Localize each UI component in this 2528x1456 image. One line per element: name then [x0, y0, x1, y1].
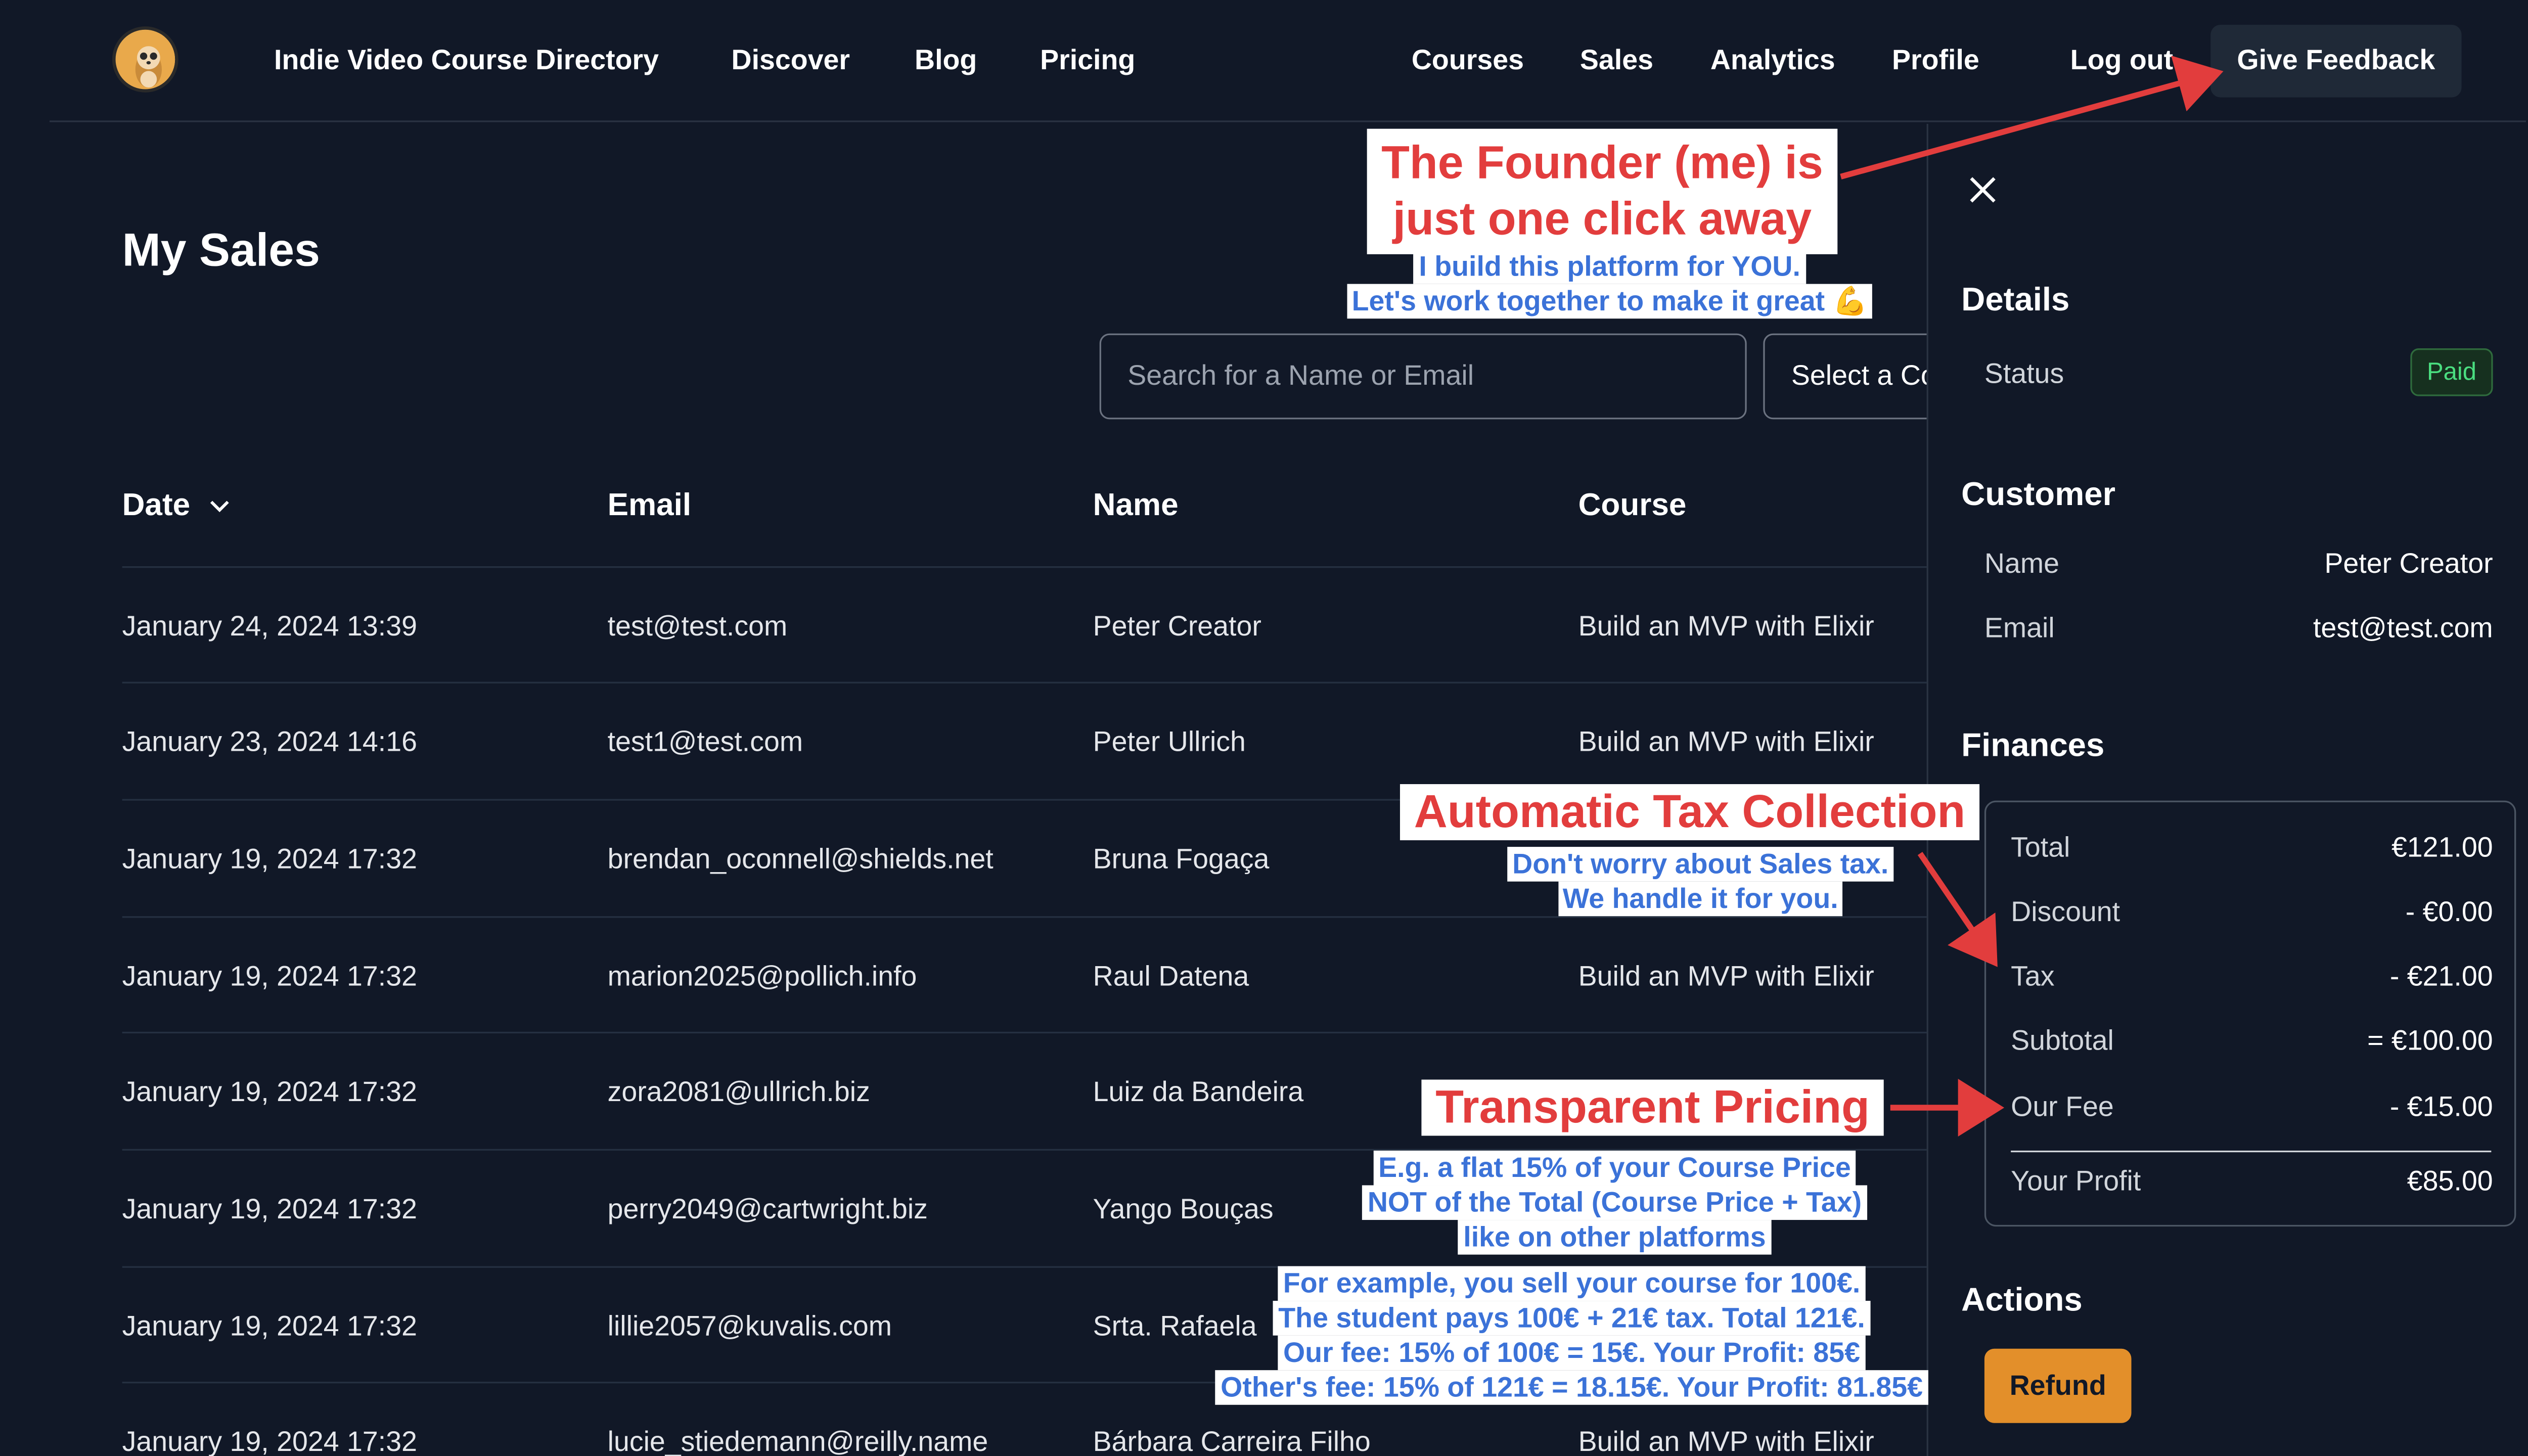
sale-details-drawer — [1926, 123, 2528, 1456]
finance-value: €85.00 — [2407, 1165, 2493, 1197]
cell-name: Peter Ullrich — [1093, 726, 1246, 758]
founder-annotation-subtitle: I build this platform for YOU. Let's wor… — [1304, 249, 1915, 319]
cell-email: brendan_oconnell@shields.net — [607, 843, 994, 875]
pricing-sub-line-2: NOT of the Total (Course Price + Tax) — [1363, 1185, 1867, 1220]
tax-sub-line-2: We handle it for you. — [1558, 881, 1843, 917]
tax-annotation-title: Automatic Tax Collection — [1400, 784, 1980, 841]
example-line-2: The student pays 100€ + 21€ tax. Total 1… — [1273, 1301, 1870, 1336]
finance-value: - €15.00 — [2389, 1091, 2493, 1123]
email-column-header: Email — [607, 488, 692, 524]
founder-title-line-2: just one click away — [1392, 193, 1812, 245]
cell-name: Peter Creator — [1093, 611, 1261, 643]
founder-annotation-title: The Founder (me) is just one click away — [1367, 128, 1838, 254]
finances-heading: Finances — [1961, 727, 2105, 764]
name-column-header: Name — [1093, 488, 1179, 524]
cell-name: Raul Datena — [1093, 961, 1249, 992]
finance-label: Discount — [2011, 896, 2120, 928]
cell-course: Build an MVP with Elixir — [1578, 1426, 1874, 1456]
nav-sales-link[interactable]: Sales — [1580, 44, 1653, 77]
finance-label: Our Fee — [2011, 1091, 2114, 1123]
table-row[interactable]: January 19, 2024 17:32 marion2025@pollich… — [122, 916, 1928, 1033]
cell-course: Build an MVP with Elixir — [1578, 961, 1874, 992]
app-root: Indie Video Course Directory Discover Bl… — [0, 0, 2528, 1456]
founder-sub-line-2: Let's work together to make it great 💪 — [1346, 284, 1873, 319]
status-label: Status — [1984, 358, 2064, 390]
close-icon[interactable] — [1965, 172, 2001, 208]
customer-email-label: Email — [1984, 612, 2055, 644]
table-row[interactable]: January 23, 2024 14:16 test1@test.com Pete… — [122, 681, 1928, 799]
cell-date: January 19, 2024 17:32 — [122, 1193, 417, 1225]
pricing-example-note: For example, you sell your course for 10… — [1156, 1266, 1988, 1405]
date-header-label: Date — [122, 488, 191, 524]
nav-logout-link[interactable]: Log out — [2070, 44, 2173, 77]
cell-date: January 19, 2024 17:32 — [122, 961, 417, 992]
cell-date: January 23, 2024 14:16 — [122, 726, 417, 758]
cell-date: January 19, 2024 17:32 — [122, 1426, 417, 1456]
cell-name: Luiz da Bandeira — [1093, 1076, 1304, 1108]
finance-value: - €21.00 — [2389, 961, 2493, 992]
finance-value: €121.00 — [2391, 832, 2493, 863]
nav-analytics-link[interactable]: Analytics — [1710, 44, 1835, 77]
nav-courses-link[interactable]: Courses — [1412, 44, 1524, 77]
cell-date: January 19, 2024 17:32 — [122, 1076, 417, 1108]
nav-blog-link[interactable]: Blog — [915, 44, 977, 77]
nav-discover-link[interactable]: Discover — [732, 44, 850, 77]
customer-email-value: test@test.com — [2313, 612, 2493, 644]
status-badge: Paid — [2410, 348, 2493, 396]
finance-label: Total — [2011, 832, 2070, 863]
cell-date: January 24, 2024 13:39 — [122, 611, 417, 643]
finance-value: = €100.00 — [2367, 1025, 2493, 1057]
cell-date: January 19, 2024 17:32 — [122, 1310, 417, 1342]
nav-profile-link[interactable]: Profile — [1892, 44, 1979, 77]
nav-pricing-link[interactable]: Pricing — [1040, 44, 1135, 77]
course-column-header: Course — [1578, 488, 1687, 524]
example-line-3: Our fee: 15% of 100€ = 15€. Your Profit:… — [1278, 1335, 1865, 1371]
finance-label: Your Profit — [2011, 1165, 2141, 1197]
founder-sub-line-1: I build this platform for YOU. — [1414, 249, 1805, 284]
nav-brand-link[interactable]: Indie Video Course Directory — [274, 44, 659, 77]
cell-email: test1@test.com — [607, 726, 803, 758]
example-line-1: For example, you sell your course for 10… — [1278, 1266, 1866, 1301]
finance-label: Subtotal — [2011, 1025, 2114, 1057]
pricing-annotation-title: Transparent Pricing — [1421, 1079, 1884, 1136]
example-line-4: Other's fee: 15% of 121€ = 18.15€. Your … — [1215, 1370, 1928, 1405]
pricing-annotation-subtitle: E.g. a flat 15% of your Course Price NOT… — [1321, 1150, 1908, 1255]
cell-name: Yango Bouças — [1093, 1193, 1274, 1225]
page-title: My Sales — [122, 224, 321, 276]
finance-label: Tax — [2011, 961, 2055, 992]
cell-email: zora2081@ullrich.biz — [607, 1076, 870, 1108]
search-input[interactable] — [1099, 333, 1747, 420]
pricing-sub-line-1: E.g. a flat 15% of your Course Price — [1373, 1150, 1856, 1186]
cell-email: perry2049@cartwright.biz — [607, 1193, 928, 1225]
cell-email: lucie_stiedemann@reilly.name — [607, 1426, 988, 1456]
cell-date: January 19, 2024 17:32 — [122, 843, 417, 875]
date-column-header[interactable]: Date — [122, 489, 232, 525]
tax-sub-line-1: Don't worry about Sales tax. — [1507, 847, 1894, 882]
chevron-down-icon — [211, 500, 230, 513]
finance-value: - €0.00 — [2405, 896, 2493, 928]
cell-name: Bárbara Carreira Filho — [1093, 1426, 1371, 1456]
cell-name: Bruna Fogaça — [1093, 843, 1270, 875]
logo-icon[interactable] — [112, 26, 178, 93]
table-row[interactable]: January 24, 2024 13:39 test@test.com Peter… — [122, 566, 1928, 684]
details-heading: Details — [1961, 282, 2070, 319]
customer-name-value: Peter Creator — [2324, 548, 2493, 580]
cell-course: Build an MVP with Elixir — [1578, 611, 1874, 643]
cell-email: test@test.com — [607, 611, 788, 643]
cell-course: Build an MVP with Elixir — [1578, 726, 1874, 758]
founder-title-line-1: The Founder (me) is — [1381, 137, 1823, 189]
cell-email: lillie2057@kuvalis.com — [607, 1310, 892, 1342]
give-feedback-button[interactable]: Give Feedback — [2210, 24, 2462, 98]
tax-annotation-subtitle: Don't worry about Sales tax. We handle i… — [1453, 847, 1948, 917]
pricing-sub-line-3: like on other platforms — [1458, 1220, 1771, 1255]
finances-divider — [2011, 1150, 2492, 1153]
customer-name-label: Name — [1984, 548, 2060, 580]
cell-email: marion2025@pollich.info — [607, 961, 917, 992]
customer-heading: Customer — [1961, 477, 2116, 514]
refund-button[interactable]: Refund — [1984, 1348, 2132, 1423]
